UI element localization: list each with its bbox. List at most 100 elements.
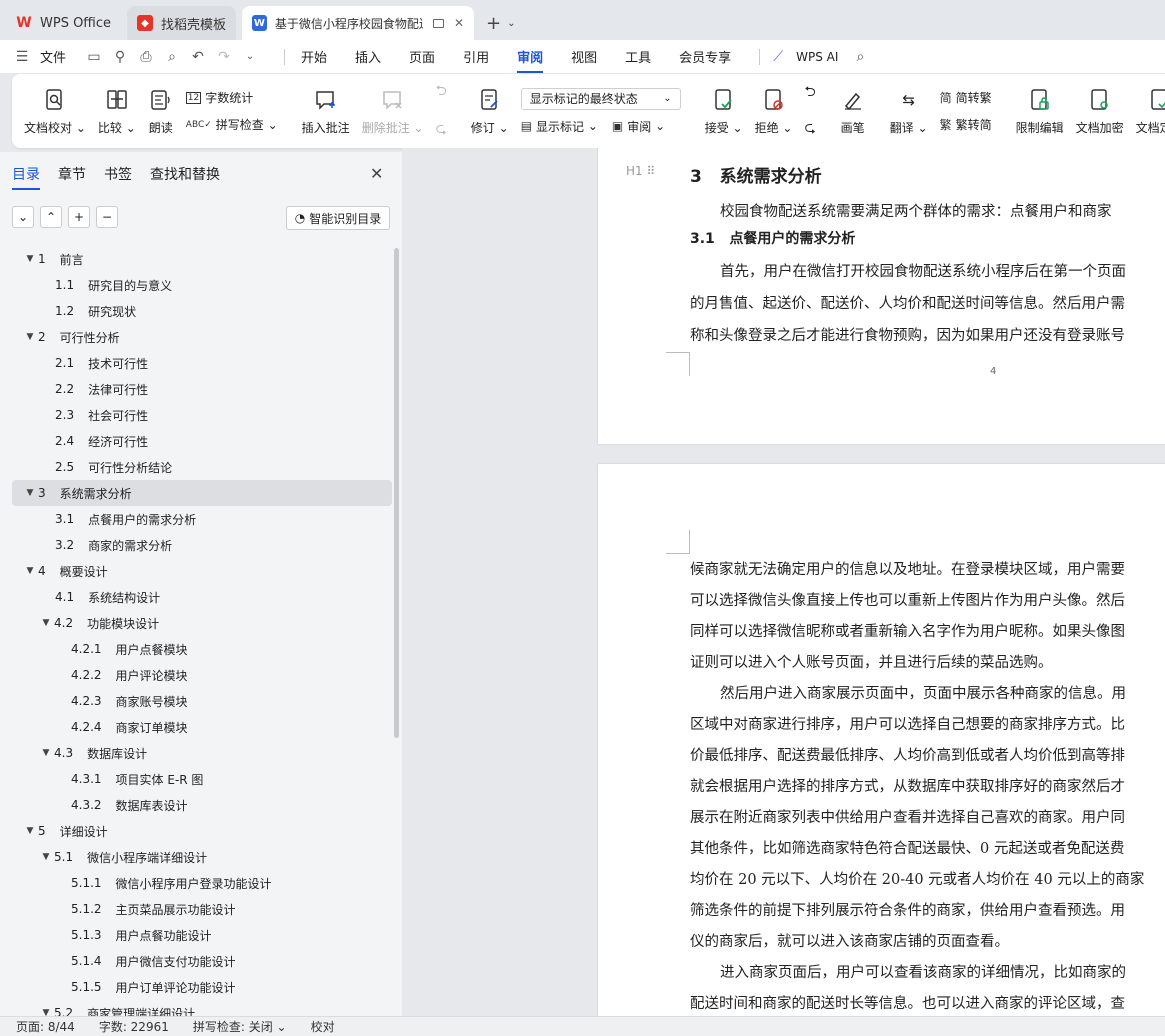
page-indicator[interactable]: 页面: 8/44 xyxy=(16,1018,75,1035)
toc-item[interactable]: 2.2 法律可行性 xyxy=(12,376,392,402)
print-preview-icon[interactable]: ⌕ xyxy=(164,49,180,65)
toc-item[interactable]: ▼ 5.1 微信小程序端详细设计 xyxy=(12,844,392,870)
paragraph-line[interactable]: 均价在 20 元以下、人均价在 20-40 元或者人均价在 40 元以上的商家 xyxy=(690,868,1144,889)
toc-item[interactable]: 4.2.1 用户点餐模块 xyxy=(12,636,392,662)
toc-item[interactable]: 3.1 点餐用户的需求分析 xyxy=(12,506,392,532)
paragraph-line[interactable]: 同样可以选择微信昵称或者重新输入名字作为用户昵称。如果头像图 xyxy=(690,620,1125,641)
previous-change-icon[interactable]: ⮌ xyxy=(804,81,815,105)
paragraph-line[interactable]: 其他条件，比如筛选商家特色符合配送最快、0 元起送或者免配送费 xyxy=(690,837,1124,858)
toc-item[interactable]: ▼ 3 系统需求分析 xyxy=(12,480,392,506)
expand-triangle-icon[interactable]: ▼ xyxy=(38,852,54,862)
tab-bookmarks[interactable]: 书签 xyxy=(104,164,132,184)
paragraph-line[interactable]: 配送时间和商家的配送时长等信息。也可以进入商家的评论区域，查 xyxy=(690,992,1125,1013)
finalize-button[interactable]: 文档定稿 xyxy=(1130,79,1165,143)
toc-item[interactable]: 3.2 商家的需求分析 xyxy=(12,532,392,558)
compare-button[interactable]: 比较 ⌄ xyxy=(92,79,142,143)
proofread-button[interactable]: 文档校对 ⌄ xyxy=(18,79,92,143)
toc-item[interactable]: ▼ 4 概要设计 xyxy=(12,558,392,584)
markup-display-select[interactable]: 显示标记的最终状态 ⌄ xyxy=(520,87,681,110)
menu-view[interactable]: 视图 xyxy=(571,47,597,66)
close-icon[interactable]: ✕ xyxy=(454,16,464,30)
paragraph-line[interactable]: 价最低排序、配送费最低排序、人均价高到低或者人均价低到高等排 xyxy=(690,744,1125,765)
simplified-to-traditional-button[interactable]: 简简转繁 xyxy=(940,89,992,106)
toc-item[interactable]: ▼ 4.2 功能模块设计 xyxy=(12,610,392,636)
menu-file[interactable]: 文件 xyxy=(40,47,66,66)
expand-triangle-icon[interactable]: ▼ xyxy=(22,826,38,836)
section-heading[interactable]: 3 系统需求分析 xyxy=(690,162,822,187)
toc-item[interactable]: 4.2.4 商家订单模块 xyxy=(12,714,392,740)
paragraph-line[interactable]: 称和头像登录之后才能进行食物预购，因为如果用户还没有登录账号 xyxy=(690,324,1125,345)
toc-item[interactable]: 5.1.3 用户点餐功能设计 xyxy=(12,922,392,948)
next-comment-icon[interactable]: ⮎ xyxy=(436,118,447,142)
paragraph-line[interactable]: 展示在附近商家列表中供给用户查看并选择自己喜欢的商家。用户同 xyxy=(690,806,1125,827)
review-pane-button[interactable]: ▣ 审阅 ⌄ xyxy=(612,118,665,135)
toc-item[interactable]: 5.1.1 微信小程序用户登录功能设计 xyxy=(12,870,392,896)
insert-comment-button[interactable]: 插入批注 xyxy=(296,79,356,143)
document-canvas[interactable]: H1 ⠿ 3 系统需求分析 校园食物配送系统需要满足两个群体的需求：点餐用户和商… xyxy=(402,148,1165,1016)
search-icon[interactable]: ⌕ xyxy=(852,49,868,65)
show-markup-button[interactable]: ▤ 显示标记 ⌄ xyxy=(521,118,598,135)
expand-triangle-icon[interactable]: ▼ xyxy=(38,748,54,758)
toc-item[interactable]: 4.2.3 商家账号模块 xyxy=(12,688,392,714)
spell-check-button[interactable]: ABC✓ 拼写检查 ⌄ xyxy=(186,116,278,133)
toc-item[interactable]: 5.1.4 用户微信支付功能设计 xyxy=(12,948,392,974)
word-count-button[interactable]: 12 字数统计 xyxy=(185,89,278,106)
document-page[interactable]: H1 ⠿ 3 系统需求分析 校园食物配送系统需要满足两个群体的需求：点餐用户和商… xyxy=(598,148,1165,444)
toc-item[interactable]: 4.2.2 用户评论模块 xyxy=(12,662,392,688)
menu-page[interactable]: 页面 xyxy=(409,47,435,66)
toc-item[interactable]: 4.1 系统结构设计 xyxy=(12,584,392,610)
close-icon[interactable]: ✕ xyxy=(370,164,383,183)
expand-triangle-icon[interactable]: ▼ xyxy=(38,618,54,628)
previous-comment-icon[interactable]: ⮌ xyxy=(436,80,447,104)
tab-current-document[interactable]: W 基于微信小程序校园食物配送 ✕ xyxy=(242,6,475,40)
read-aloud-button[interactable]: 朗读 xyxy=(142,79,180,143)
paragraph-line[interactable]: 证则可以进入个人账号页面，并且进行后续的菜品选购。 xyxy=(690,651,1053,672)
proofread-indicator[interactable]: 校对 xyxy=(311,1018,335,1035)
add-heading-button[interactable]: + xyxy=(68,206,90,228)
tab-toc[interactable]: 目录 xyxy=(12,164,40,190)
toc-scrollbar[interactable] xyxy=(394,248,399,738)
next-change-icon[interactable]: ⮎ xyxy=(804,117,815,141)
delete-comment-button[interactable]: 删除批注 ⌄ xyxy=(356,79,430,143)
expand-triangle-icon[interactable]: ▼ xyxy=(22,566,38,576)
toc-item[interactable]: 2.5 可行性分析结论 xyxy=(12,454,392,480)
menu-review[interactable]: 审阅 xyxy=(517,47,544,73)
toc-item[interactable]: 2.3 社会可行性 xyxy=(12,402,392,428)
toc-item[interactable]: 1.1 研究目的与意义 xyxy=(12,272,392,298)
track-changes-button[interactable]: 修订 ⌄ xyxy=(465,79,515,143)
toc-item[interactable]: 5.1.5 用户订单评论功能设计 xyxy=(12,974,392,1000)
expand-down-button[interactable]: ⌄ xyxy=(12,206,34,228)
menu-membership[interactable]: 会员专享 xyxy=(679,47,731,66)
paragraph-line[interactable]: 区域中对商家进行排序，用户可以选择自己想要的商家排序方式。比 xyxy=(690,713,1125,734)
translate-button[interactable]: ⇆ 翻译 ⌄ xyxy=(884,79,934,143)
toc-item[interactable]: ▼ 2 可行性分析 xyxy=(12,324,392,350)
paragraph-line[interactable]: 仪的商家后，就可以进入该商家店铺的页面查看。 xyxy=(690,930,1009,951)
paragraph-line[interactable]: 首先，用户在微信打开校园食物配送系统小程序后在第一个页面 xyxy=(720,260,1126,281)
paragraph-line[interactable]: 的月售值、起送价、配送价、人均价和配送时间等信息。然后用户需 xyxy=(690,292,1125,313)
toc-item[interactable]: 2.1 技术可行性 xyxy=(12,350,392,376)
chevron-down-icon[interactable]: ⌄ xyxy=(507,18,515,29)
subsection-heading[interactable]: 3.1 点餐用户的需求分析 xyxy=(690,228,855,248)
hamburger-menu-icon[interactable]: ☰ xyxy=(14,49,30,65)
traditional-to-simplified-button[interactable]: 繁繁转简 xyxy=(940,116,992,133)
toc-item[interactable]: ▼ 4.3 数据库设计 xyxy=(12,740,392,766)
share-link-icon[interactable]: ⚲ xyxy=(112,49,128,65)
reject-button[interactable]: 拒绝 ⌄ xyxy=(749,79,799,143)
toc-item[interactable]: ▼ 5 详细设计 xyxy=(12,818,392,844)
toc-item[interactable]: ▼ 1 前言 xyxy=(12,246,392,272)
tab-find-replace[interactable]: 查找和替换 xyxy=(150,164,220,184)
pen-button[interactable]: 画笔 xyxy=(834,79,872,143)
encrypt-button[interactable]: 文档加密 xyxy=(1070,79,1130,143)
menu-start[interactable]: 开始 xyxy=(301,47,327,66)
restrict-editing-button[interactable]: 限制编辑 xyxy=(1010,79,1070,143)
tab-docer-templates[interactable]: ◆ 找稻壳模板 xyxy=(127,6,237,40)
menu-tools[interactable]: 工具 xyxy=(625,47,651,66)
heading-marker-icon[interactable]: H1 ⠿ xyxy=(626,164,655,178)
paragraph-line[interactable]: 可以选择微信头像直接上传也可以重新上传图片作为用户头像。然后 xyxy=(690,589,1125,610)
collapse-up-button[interactable]: ⌃ xyxy=(40,206,62,228)
undo-icon[interactable]: ↶ xyxy=(190,49,206,65)
paragraph-line[interactable]: 就会根据用户选择的排序方式，从数据库中获取排序好的商家然后才 xyxy=(690,775,1125,796)
spell-check-indicator[interactable]: 拼写检查: 关闭 ⌄ xyxy=(193,1018,287,1035)
toc-item[interactable]: 2.4 经济可行性 xyxy=(12,428,392,454)
print-icon[interactable]: ⎙ xyxy=(138,49,154,65)
